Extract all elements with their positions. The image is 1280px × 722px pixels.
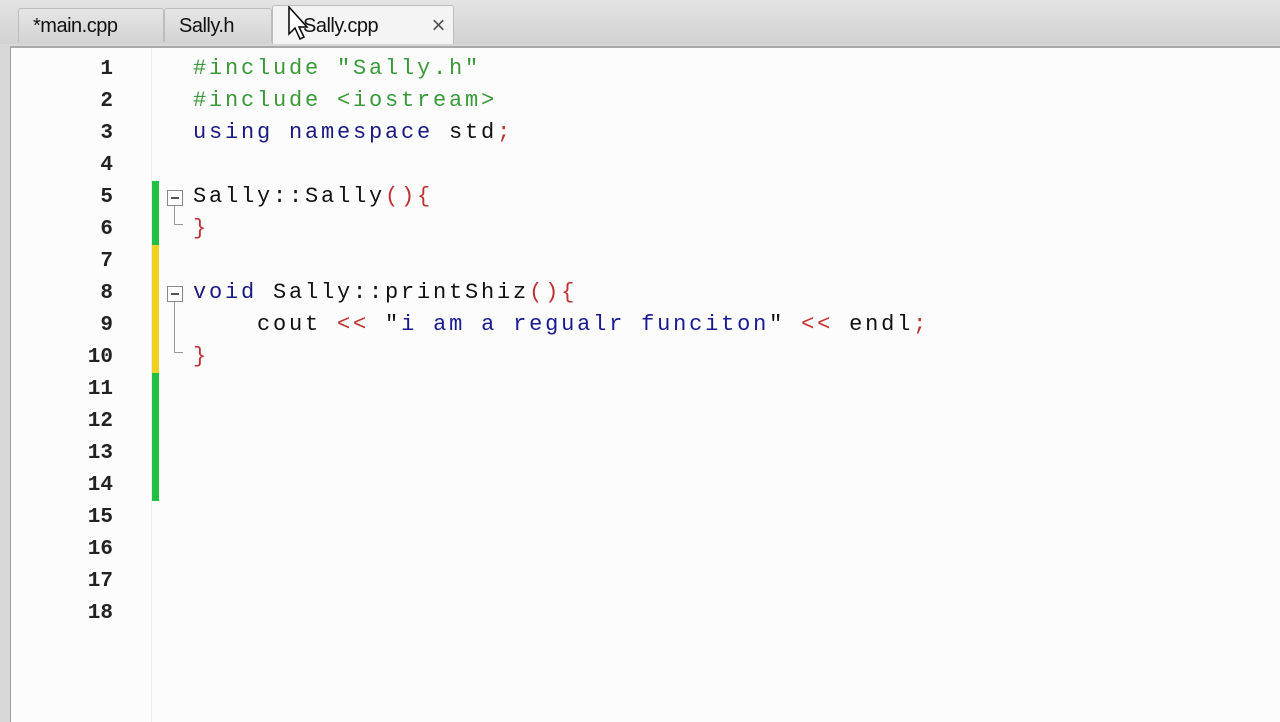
- line-number: 9: [100, 314, 113, 337]
- code-line[interactable]: void Sally::printShiz(){: [193, 280, 577, 305]
- code-token: }: [193, 216, 210, 241]
- line-number: 11: [87, 378, 113, 401]
- code-token: ;: [497, 120, 514, 145]
- fold-collapse-icon[interactable]: [167, 190, 183, 206]
- line-number-gutter: 1 2 3 4 5 6 7 8 9 10 11 12 13 14 15 16 17 18: [11, 48, 152, 722]
- line-number: 12: [87, 410, 113, 433]
- code-line[interactable]: #include "Sally.h": [193, 56, 481, 81]
- line-number: 6: [100, 218, 113, 241]
- tab-label: Sally.cpp: [303, 15, 379, 37]
- code-token: std: [449, 120, 498, 145]
- tab-label: Sally.h: [179, 15, 235, 37]
- code-token: cout: [193, 312, 338, 337]
- code-token: Sally::printShiz: [273, 280, 530, 305]
- code-token: }: [193, 344, 210, 369]
- fold-end-line: [174, 206, 183, 225]
- code-token: ": [769, 312, 802, 337]
- mouse-cursor-icon: [288, 6, 309, 41]
- fold-collapse-icon[interactable]: [167, 286, 183, 302]
- line-number: 10: [87, 346, 113, 369]
- line-number: 5: [100, 186, 113, 209]
- code-line[interactable]: using namespace std;: [193, 120, 513, 145]
- code-editor[interactable]: 1 2 3 4 5 6 7 8 9 10 11 12 13 14 15 16 17 18 #include "Sa…: [10, 46, 1280, 722]
- line-number: 17: [87, 570, 113, 593]
- code-token: using namespace: [193, 120, 450, 145]
- line-number: 3: [100, 122, 113, 145]
- tab-bar: *main.cpp Sally.h Sally.cpp ×: [0, 0, 1280, 44]
- change-marker-saved: [152, 181, 159, 245]
- line-number: 14: [87, 474, 113, 497]
- line-number: 18: [87, 602, 113, 625]
- line-number: 16: [87, 538, 113, 561]
- code-token: Sally::Sally: [193, 184, 386, 209]
- change-marker-unsaved: [152, 245, 159, 373]
- line-number: 4: [100, 154, 113, 177]
- line-number: 2: [100, 90, 113, 113]
- code-line[interactable]: Sally::Sally(){: [193, 184, 433, 209]
- code-token: <<: [801, 312, 834, 337]
- code-line[interactable]: cout << "i am a regualr funciton" << end…: [193, 312, 929, 337]
- code-token: (){: [385, 184, 434, 209]
- code-token: <<: [337, 312, 370, 337]
- code-token: ": [369, 312, 402, 337]
- code-line[interactable]: }: [193, 216, 209, 241]
- line-number: 13: [87, 442, 113, 465]
- code-token: endl: [833, 312, 914, 337]
- code-line[interactable]: }: [193, 344, 209, 369]
- code-token: #include <iostream>: [193, 88, 498, 113]
- code-token: i am a regualr funciton: [401, 312, 770, 337]
- tab-label: *main.cpp: [33, 15, 118, 37]
- fold-end-line: [174, 334, 183, 353]
- change-marker-saved: [152, 373, 159, 501]
- tab-main-cpp[interactable]: *main.cpp: [18, 8, 164, 42]
- line-number: 1: [100, 58, 113, 81]
- code-token: void: [193, 280, 274, 305]
- code-token: ;: [913, 312, 930, 337]
- code-token: (){: [529, 280, 578, 305]
- line-number: 15: [87, 506, 113, 529]
- tab-sally-h[interactable]: Sally.h: [164, 8, 272, 42]
- line-number: 7: [100, 250, 113, 273]
- close-icon[interactable]: ×: [431, 6, 445, 46]
- code-token: #include "Sally.h": [193, 56, 482, 81]
- code-line[interactable]: #include <iostream>: [193, 88, 497, 113]
- line-number: 8: [100, 282, 113, 305]
